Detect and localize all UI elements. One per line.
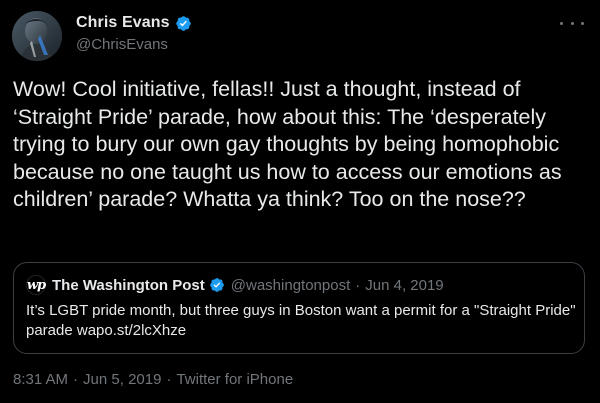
quoted-author-name: The Washington Post xyxy=(52,276,205,294)
quoted-separator: · xyxy=(355,276,361,294)
tweet-meta: 8:31 AM · Jun 5, 2019 · Twitter for iPho… xyxy=(13,371,293,388)
tweet-date[interactable]: Jun 5, 2019 xyxy=(83,371,161,388)
author-display-name[interactable]: Chris Evans xyxy=(76,14,170,32)
verified-badge-icon xyxy=(209,278,224,292)
tweet-source[interactable]: Twitter for iPhone xyxy=(176,371,293,388)
quoted-tweet-text: It’s LGBT pride month, but three guys in… xyxy=(26,302,576,339)
author-block: Chris Evans @ChrisEvans xyxy=(76,13,192,53)
tweet-time[interactable]: 8:31 AM xyxy=(13,371,68,388)
washington-post-logo: wp xyxy=(26,275,46,295)
meta-separator: · xyxy=(166,371,172,388)
more-options-button[interactable] xyxy=(560,16,584,30)
quoted-date: Jun 4, 2019 xyxy=(365,276,444,294)
quoted-tweet[interactable]: wp The Washington Post @washingtonpost ·… xyxy=(13,262,585,354)
tweet-card: Chris Evans @ChrisEvans Wow! Cool initia… xyxy=(0,0,600,403)
avatar[interactable] xyxy=(12,11,62,61)
more-dots-icon xyxy=(560,21,563,25)
tweet-text: Wow! Cool initiative, fellas!! Just a th… xyxy=(13,77,562,212)
meta-separator: · xyxy=(73,371,79,388)
avatar-image xyxy=(12,11,62,61)
verified-badge-icon xyxy=(175,15,191,31)
quoted-tweet-header: wp The Washington Post @washingtonpost ·… xyxy=(26,275,444,295)
more-dots-icon xyxy=(581,21,584,25)
author-name-row: Chris Evans xyxy=(76,13,192,33)
quoted-author-handle: @washingtonpost xyxy=(230,276,351,294)
more-dots-icon xyxy=(570,21,574,25)
author-handle[interactable]: @ChrisEvans xyxy=(76,36,192,53)
